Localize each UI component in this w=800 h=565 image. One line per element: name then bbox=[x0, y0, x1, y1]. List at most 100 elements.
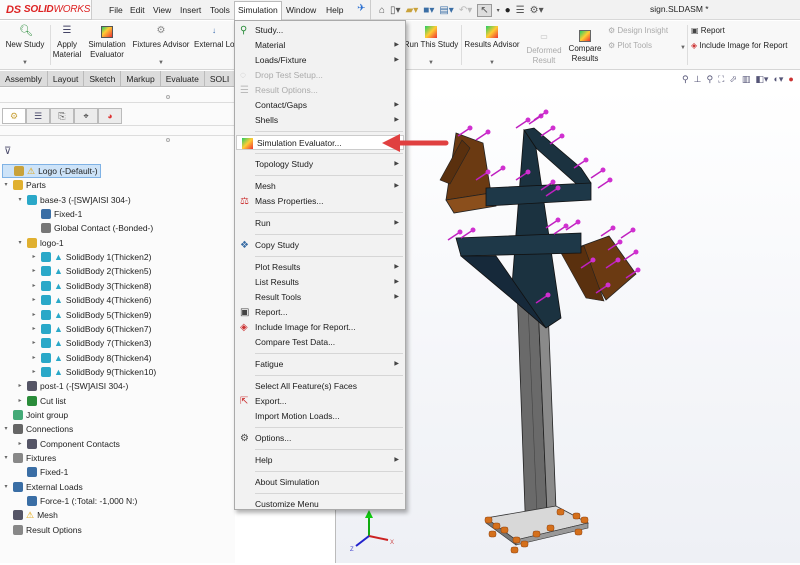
view-orientation-icon[interactable]: ▥ bbox=[742, 74, 751, 85]
menu-item-about-simulation[interactable]: About Simulation bbox=[235, 475, 405, 490]
fixtures-advisor-button[interactable]: ⚙ Fixtures Advisor ▼ bbox=[130, 26, 192, 68]
zoom-selection-icon[interactable]: ⛶ bbox=[718, 74, 724, 85]
expand-right-icon[interactable]: ▸ bbox=[30, 264, 38, 278]
expand-right-icon[interactable]: ▸ bbox=[30, 322, 38, 336]
menu-item-copy-study[interactable]: ❖ Copy Study bbox=[235, 238, 405, 253]
open-folder-icon[interactable]: ▰▾ bbox=[406, 5, 419, 16]
expand-down-icon[interactable]: ▾ bbox=[16, 236, 24, 250]
menu-item-topology-study[interactable]: Topology Study ▶ bbox=[235, 157, 405, 172]
tree-item[interactable]: ▾ Fixtures bbox=[2, 451, 56, 465]
tree-item[interactable]: ▸ ▲ SolidBody 5(Thicken9) bbox=[30, 308, 151, 322]
tree-item[interactable]: Fixed-1 bbox=[16, 465, 68, 479]
report-button[interactable]: ▣ Report bbox=[691, 26, 725, 36]
results-advisor-button[interactable]: Results Advisor ▼ bbox=[463, 26, 521, 68]
menu-item-select-all-feature-s-faces[interactable]: Select All Feature(s) Faces bbox=[235, 379, 405, 394]
expand-down-icon[interactable]: ▾ bbox=[2, 480, 10, 494]
menu-item-help[interactable]: Help ▶ bbox=[235, 453, 405, 468]
tree-item[interactable]: ▾ logo-1 bbox=[16, 236, 64, 250]
section-view-icon[interactable]: ⬀ bbox=[729, 74, 737, 85]
tab-solidworks-addins[interactable]: SOLI bbox=[205, 71, 236, 87]
expand-right-icon[interactable]: ▸ bbox=[30, 250, 38, 264]
tree-item[interactable]: Force-1 (:Total: -1,000 N:) bbox=[16, 494, 137, 508]
expand-right-icon[interactable]: ▸ bbox=[16, 394, 24, 408]
panel-grip-handle[interactable] bbox=[166, 95, 170, 99]
compare-results-button[interactable]: Compare Results bbox=[566, 30, 604, 64]
new-document-icon[interactable]: ▯▾ bbox=[390, 5, 401, 16]
tree-item[interactable]: ▸ Component Contacts bbox=[16, 437, 120, 451]
expand-right-icon[interactable]: ▸ bbox=[30, 365, 38, 379]
menu-help[interactable]: Help bbox=[323, 2, 346, 18]
tree-item[interactable]: ▾ base-3 (-[SW]AISI 304-) bbox=[16, 193, 131, 207]
hide-show-items-icon[interactable]: ◐▾ bbox=[773, 74, 783, 85]
appearance-icon[interactable]: ● bbox=[788, 74, 793, 85]
print-icon[interactable]: ▤▾ bbox=[439, 5, 453, 16]
menu-view[interactable]: View bbox=[150, 2, 174, 18]
tree-item[interactable]: ▸ post-1 (-[SW]AISI 304-) bbox=[16, 379, 128, 393]
expand-right-icon[interactable]: ▸ bbox=[30, 293, 38, 307]
expand-right-icon[interactable]: ▸ bbox=[30, 336, 38, 350]
panel-grip-handle[interactable] bbox=[166, 138, 170, 142]
expand-down-icon[interactable]: ▾ bbox=[2, 422, 10, 436]
expand-right-icon[interactable]: ▸ bbox=[30, 351, 38, 365]
menu-item-report[interactable]: ▣ Report... bbox=[235, 305, 405, 320]
display-manager-icon[interactable]: ◕ bbox=[98, 108, 122, 124]
menu-item-fatigue[interactable]: Fatigue ▶ bbox=[235, 357, 405, 372]
menu-item-result-tools[interactable]: Result Tools ▶ bbox=[235, 290, 405, 305]
tab-layout[interactable]: Layout bbox=[48, 71, 85, 87]
menu-item-mesh[interactable]: Mesh ▶ bbox=[235, 179, 405, 194]
menu-item-options[interactable]: ⚙ Options... bbox=[235, 431, 405, 446]
apply-material-button[interactable]: ☰ Apply Material bbox=[52, 26, 82, 60]
tree-item[interactable]: ▸ ▲ SolidBody 9(Thicken10) bbox=[30, 365, 156, 379]
menu-window[interactable]: Window bbox=[283, 2, 319, 18]
include-image-for-report-button[interactable]: ◈ Include Image for Report bbox=[691, 41, 787, 51]
menu-item-contact-gaps[interactable]: Contact/Gaps ▶ bbox=[235, 98, 405, 113]
tree-item[interactable]: ▾ Connections bbox=[2, 422, 73, 436]
property-manager-icon[interactable]: ☰ bbox=[26, 108, 50, 124]
menu-item-mass-properties[interactable]: ⚖ Mass Properties... bbox=[235, 194, 405, 209]
configuration-manager-icon[interactable]: ⎘ bbox=[50, 108, 74, 124]
tree-item[interactable]: Joint group bbox=[2, 408, 68, 422]
menu-item-study[interactable]: ⚲ Study... bbox=[235, 23, 405, 38]
expand-down-icon[interactable]: ▾ bbox=[2, 178, 10, 192]
file-properties-icon[interactable]: ☰ bbox=[516, 5, 525, 16]
expand-right-icon[interactable]: ▸ bbox=[16, 437, 24, 451]
tab-assembly[interactable]: Assembly bbox=[0, 71, 48, 87]
menu-item-material[interactable]: Material ▶ bbox=[235, 38, 405, 53]
expand-right-icon[interactable]: ▸ bbox=[30, 308, 38, 322]
menu-item-list-results[interactable]: List Results ▶ bbox=[235, 275, 405, 290]
tree-item[interactable]: ▸ Cut list bbox=[16, 394, 66, 408]
menu-item-shells[interactable]: Shells ▶ bbox=[235, 113, 405, 128]
display-style-icon[interactable]: ◧▾ bbox=[755, 74, 768, 85]
expand-down-icon[interactable]: ▾ bbox=[2, 451, 10, 465]
tree-item[interactable]: ▾ External Loads bbox=[2, 480, 83, 494]
rebuild-traffic-light-icon[interactable]: ● bbox=[505, 5, 511, 16]
menu-item-compare-test-data[interactable]: Compare Test Data... bbox=[235, 335, 405, 350]
solidworks-logo[interactable]: DS SOLID WORKS bbox=[0, 0, 92, 20]
dimxpert-icon[interactable]: ⌖ bbox=[74, 108, 98, 124]
zoom-to-area-icon[interactable]: ⊥ bbox=[694, 74, 702, 85]
tree-item[interactable]: Fixed-1 bbox=[30, 207, 82, 221]
menu-edit[interactable]: Edit bbox=[127, 2, 148, 18]
tree-item[interactable]: ▸ ▲ SolidBody 8(Thicken4) bbox=[30, 351, 151, 365]
tree-item[interactable]: ▾ Parts bbox=[2, 178, 46, 192]
tree-item[interactable]: ▸ ▲ SolidBody 6(Thicken7) bbox=[30, 322, 151, 336]
external-loads-button[interactable]: ↓ External Lo bbox=[194, 26, 234, 50]
menu-item-include-image-for-report[interactable]: ◈ Include Image for Report... bbox=[235, 320, 405, 335]
tree-item[interactable]: ⚠ Mesh bbox=[2, 508, 58, 522]
options-gear-icon[interactable]: ⚙▾ bbox=[530, 5, 544, 16]
filter-icon[interactable]: ⊽ bbox=[4, 146, 11, 157]
menu-item-result-options[interactable]: ☰ Result Options... bbox=[235, 83, 405, 98]
menu-tools[interactable]: Tools bbox=[207, 2, 233, 18]
tree-item[interactable]: Global Contact (-Bonded-) bbox=[30, 221, 153, 235]
tree-item[interactable]: ▸ ▲ SolidBody 7(Thicken3) bbox=[30, 336, 151, 350]
menu-file[interactable]: File bbox=[106, 2, 126, 18]
menu-insert[interactable]: Insert bbox=[177, 2, 204, 18]
menu-item-simulation-evaluator[interactable]: Simulation Evaluator... bbox=[236, 135, 404, 150]
new-study-button[interactable]: 🔍︎ New Study ▼ bbox=[2, 26, 48, 68]
simulation-evaluator-button[interactable]: Simulation Evaluator bbox=[86, 26, 128, 60]
menu-item-run[interactable]: Run ▶ bbox=[235, 216, 405, 231]
expand-down-icon[interactable]: ▾ bbox=[16, 193, 24, 207]
undo-icon[interactable]: ↶▾ bbox=[459, 5, 472, 16]
pin-icon[interactable]: ✈ bbox=[357, 3, 365, 14]
previous-view-icon[interactable]: ⚲ bbox=[706, 74, 713, 85]
